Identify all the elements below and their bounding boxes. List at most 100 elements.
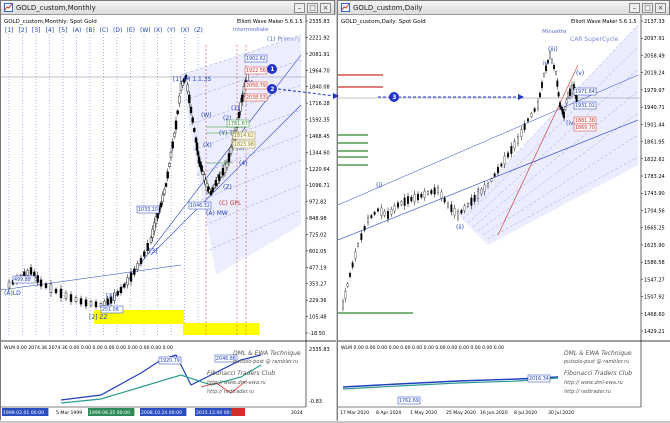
candle-body: [161, 194, 164, 203]
watermark-text: putsolo-post @ rambler.ru: [563, 359, 629, 365]
target-zone: [183, 323, 259, 335]
candle-body: [393, 205, 396, 212]
price-tick-label: 848.98: [309, 216, 327, 222]
candle-body: [194, 137, 198, 143]
candle-body: [500, 163, 503, 167]
candle-body: [487, 183, 489, 187]
symbol-label: GOLD_custom,Daily: Spot Gold: [341, 19, 426, 25]
monthly-chart-window[interactable]: GOLD_custom,Monthly – □ × 2335.83 2221.92…: [0, 0, 336, 421]
wave-label: [3]: [149, 248, 158, 255]
candle-body: [413, 194, 416, 202]
maximize-button[interactable]: □: [307, 2, 318, 13]
daily-chart-window[interactable]: GOLD_custom,Daily – □ × 2137.33 2097.91 20…: [337, 0, 670, 421]
candle-body: [360, 233, 363, 240]
price-tick-label: 1940.71: [644, 105, 665, 111]
time-axis-label: 1 May 2020: [410, 410, 437, 416]
candle-body: [126, 277, 129, 286]
chart-window-icon: [4, 3, 13, 12]
minimize-button[interactable]: –: [294, 2, 305, 13]
candle-body: [186, 84, 189, 92]
candle-body: [523, 123, 526, 130]
close-button[interactable]: ×: [320, 2, 331, 13]
candle-body: [470, 197, 473, 206]
candle-body: [377, 208, 379, 212]
candle-body: [575, 95, 578, 103]
candle-body: [433, 187, 436, 195]
candle-body: [229, 147, 233, 154]
price-box-label: 2056.79: [246, 83, 266, 89]
candle-body: [447, 202, 449, 208]
top-wave-label: (W): [140, 27, 151, 34]
candle-body: [400, 201, 403, 206]
candle-body: [530, 113, 533, 117]
price-box-label: 1869.70: [575, 125, 595, 131]
chart-window-icon: [341, 3, 350, 12]
price-tick-label: 1704.56: [644, 208, 665, 214]
price-tick-label: 1586.58: [644, 260, 665, 266]
candle-body: [219, 172, 223, 178]
daily-window-titlebar[interactable]: GOLD_custom,Daily – □ ×: [338, 1, 669, 15]
top-wave-label: (E): [127, 27, 135, 34]
wave-label: (i): [376, 182, 382, 189]
monthly-window-titlebar[interactable]: GOLD_custom,Monthly – □ ×: [1, 1, 334, 15]
wave-label: [1] IM 1.1.3S: [173, 76, 212, 83]
monthly-chart-svg[interactable]: 2335.83 2221.92 2081.91 1964.70 1840.08 1716.…: [0, 15, 336, 421]
candle-body: [549, 52, 551, 58]
candle-body: [237, 111, 241, 119]
candle-body: [166, 171, 169, 179]
price-tick-label: 2019.24: [644, 71, 665, 77]
candle-body: [227, 153, 231, 163]
daily-window-title: GOLD_custom,Daily: [353, 3, 423, 12]
daily-chart-svg[interactable]: 2137.33 2097.91 2058.49 2019.24 1979.97 1940.…: [337, 15, 670, 421]
price-tick-label: 1964.70: [309, 68, 330, 74]
top-wave-label: (B): [86, 27, 95, 34]
close-button[interactable]: ×: [655, 2, 666, 13]
top-wave-label: (Y): [167, 27, 175, 34]
candle-body: [467, 203, 469, 207]
candle-body: [463, 205, 466, 211]
candle-body: [149, 237, 153, 243]
maximize-button[interactable]: □: [642, 2, 653, 13]
indicator-axis-label: 2335.83: [309, 347, 330, 353]
candle-body: [407, 196, 409, 204]
wave-label: (W): [201, 112, 212, 119]
daily-chart-area[interactable]: 2137.33 2097.91 2058.49 2019.24 1979.97 1940.…: [337, 15, 670, 421]
time-axis-label: 30 Jul 2020: [548, 410, 574, 416]
candle-body: [397, 202, 399, 208]
candle-body: [453, 208, 456, 216]
price-tick-label: 601.05: [309, 249, 327, 255]
candle-body: [44, 283, 48, 288]
price-box-label: 1781.67: [228, 121, 248, 127]
price-tick-label: 1344.60: [309, 150, 330, 156]
marker-number: 1: [270, 66, 274, 73]
wave-label: [2] ZZ: [89, 314, 108, 321]
candle-body: [507, 152, 509, 158]
marker-number: 3: [392, 94, 396, 101]
candle-body: [89, 301, 93, 306]
minimize-button[interactable]: –: [629, 2, 640, 13]
price-tick-label: 2081.91: [309, 52, 330, 58]
candle-body: [403, 197, 406, 206]
candle-body: [39, 279, 43, 287]
watermark-text: http:// redtrader.ru: [207, 389, 254, 395]
candle-body: [116, 291, 119, 296]
candle-body: [427, 191, 429, 195]
price-tick-label: -18.50: [309, 331, 325, 337]
price-tick-label: 1901.44: [644, 122, 665, 128]
time-axis-label: 17 Mar 2020: [340, 410, 369, 416]
candle-body: [383, 211, 386, 216]
candle-body: [450, 204, 453, 213]
watermark-text: putsolo-post @ rambler.ru: [232, 359, 298, 365]
monthly-window-title: GOLD_custom,Monthly: [16, 3, 96, 12]
symbol-label: GOLD_custom,Monthly: Spot Gold: [4, 19, 97, 25]
candle-body: [520, 129, 523, 137]
candle-body: [457, 211, 459, 219]
time-axis-label: 5 Mar 1999: [56, 410, 82, 416]
candle-body: [344, 291, 347, 299]
top-wave-label: [2]: [19, 27, 28, 34]
price-box-label: 1971.64: [575, 89, 595, 95]
candle-body: [539, 92, 541, 98]
watermark-text: http:// www.dml-ewa.ru: [207, 380, 266, 386]
monthly-chart-area[interactable]: 2335.83 2221.92 2081.91 1964.70 1840.08 1716.…: [0, 15, 336, 421]
watermark-text: DML & EWA Technique: [233, 350, 301, 357]
